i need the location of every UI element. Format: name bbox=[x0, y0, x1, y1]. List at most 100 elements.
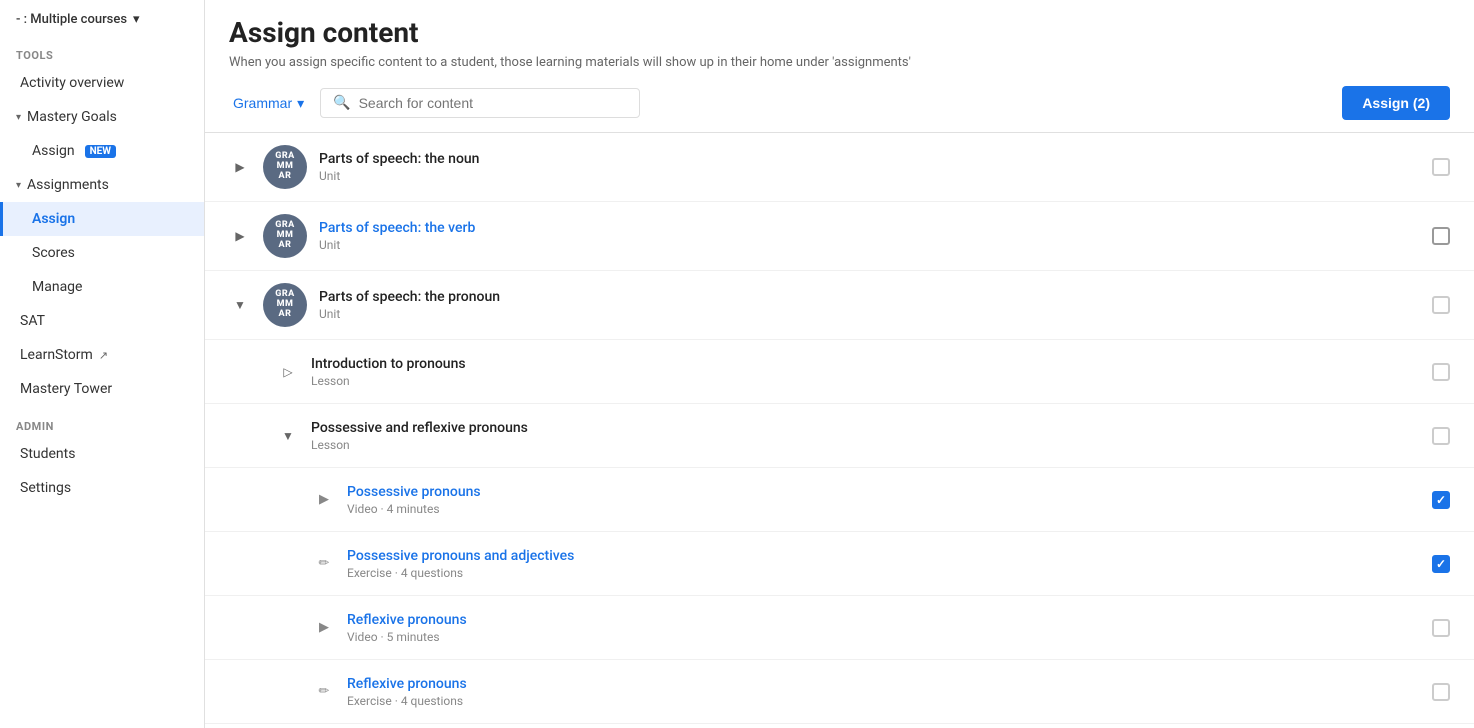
sidebar-item-mastery-assign[interactable]: Assign NEW bbox=[0, 134, 204, 168]
expand-btn[interactable]: ▶ bbox=[229, 225, 251, 247]
students-label: Students bbox=[20, 446, 75, 462]
checkbox[interactable] bbox=[1432, 619, 1450, 637]
sidebar-item-assign[interactable]: Assign bbox=[0, 202, 204, 236]
content-title: Parts of speech: the noun bbox=[319, 151, 1408, 167]
checkbox-area bbox=[1420, 363, 1450, 381]
search-input[interactable] bbox=[359, 95, 628, 111]
content-row-row-possessive-adjectives: ✏ Possessive pronouns and adjectives Exe… bbox=[205, 532, 1474, 596]
expand-btn[interactable]: ▷ bbox=[277, 361, 299, 383]
page-header: Assign content When you assign specific … bbox=[205, 0, 1474, 86]
content-title[interactable]: Possessive pronouns bbox=[347, 484, 1408, 500]
content-meta: Lesson bbox=[311, 374, 1408, 388]
checkbox-area bbox=[1420, 555, 1450, 573]
page-subtitle: When you assign specific content to a st… bbox=[229, 55, 1450, 70]
video-icon: ▶ bbox=[313, 617, 335, 639]
course-chevron: ▾ bbox=[133, 12, 140, 27]
assignments-chevron: ▾ bbox=[16, 180, 21, 191]
content-info: Reflexive pronouns Video · 5 minutes bbox=[347, 612, 1408, 644]
course-header[interactable]: - : Multiple courses ▾ bbox=[0, 0, 204, 35]
video-icon: ▶ bbox=[313, 489, 335, 511]
content-info: Possessive pronouns Video · 4 minutes bbox=[347, 484, 1408, 516]
grammar-chevron-icon: ▾ bbox=[297, 95, 304, 112]
sidebar-item-settings[interactable]: Settings bbox=[0, 471, 204, 505]
mastery-goals-group[interactable]: ▾ Mastery Goals bbox=[0, 100, 204, 134]
checkbox[interactable] bbox=[1432, 683, 1450, 701]
grammar-dropdown-button[interactable]: Grammar ▾ bbox=[229, 89, 308, 118]
checkbox-area bbox=[1420, 227, 1450, 245]
learnstorm-label: LearnStorm bbox=[20, 347, 93, 363]
checkbox-area bbox=[1420, 491, 1450, 509]
grammar-label: Grammar bbox=[233, 95, 292, 111]
assignments-group[interactable]: ▾ Assignments bbox=[0, 168, 204, 202]
tools-section-label: TOOLS bbox=[0, 35, 204, 66]
mastery-goals-label: Mastery Goals bbox=[27, 109, 117, 125]
content-info: Possessive pronouns and adjectives Exerc… bbox=[347, 548, 1408, 580]
checkbox[interactable] bbox=[1432, 555, 1450, 573]
unit-icon: GRAMMAR bbox=[263, 283, 307, 327]
mastery-assign-label: Assign bbox=[32, 143, 75, 159]
content-row-row-pronoun: ▼ GRAMMAR Parts of speech: the pronoun U… bbox=[205, 271, 1474, 340]
mastery-tower-label: Mastery Tower bbox=[20, 381, 112, 397]
content-row-row-possessive-pronouns-video: ▶ Possessive pronouns Video · 4 minutes bbox=[205, 468, 1474, 532]
page-title: Assign content bbox=[229, 16, 1450, 49]
content-title[interactable]: Possessive pronouns and adjectives bbox=[347, 548, 1408, 564]
assign-button[interactable]: Assign (2) bbox=[1342, 86, 1450, 120]
sidebar-item-manage[interactable]: Manage bbox=[0, 270, 204, 304]
admin-section-label: ADMIN bbox=[0, 406, 204, 437]
sidebar-item-mastery-tower[interactable]: Mastery Tower bbox=[0, 372, 204, 406]
sidebar-item-activity-overview[interactable]: Activity overview bbox=[0, 66, 204, 100]
course-label: - : Multiple courses bbox=[16, 12, 127, 27]
expand-btn[interactable]: ▶ bbox=[229, 156, 251, 178]
unit-icon: GRAMMAR bbox=[263, 145, 307, 189]
content-title[interactable]: Parts of speech: the verb bbox=[319, 220, 1408, 236]
content-list: ▶ GRAMMAR Parts of speech: the noun Unit… bbox=[205, 133, 1474, 728]
content-meta: Exercise · 4 questions bbox=[347, 566, 1408, 580]
content-info: Reflexive pronouns Exercise · 4 question… bbox=[347, 676, 1408, 708]
content-meta: Unit bbox=[319, 169, 1408, 183]
content-row-row-intro-pronouns: ▷ Introduction to pronouns Lesson bbox=[205, 340, 1474, 404]
content-meta: Lesson bbox=[311, 438, 1408, 452]
expand-btn[interactable]: ▼ bbox=[229, 294, 251, 316]
sidebar-item-sat[interactable]: SAT bbox=[0, 304, 204, 338]
sidebar-item-learnstorm[interactable]: LearnStorm ↗ bbox=[0, 338, 204, 372]
checkbox[interactable] bbox=[1432, 227, 1450, 245]
main-content: Assign content When you assign specific … bbox=[205, 0, 1474, 728]
content-meta: Video · 4 minutes bbox=[347, 502, 1408, 516]
checkbox[interactable] bbox=[1432, 296, 1450, 314]
toolbar: Grammar ▾ 🔍 Assign (2) bbox=[205, 86, 1474, 133]
content-info: Possessive and reflexive pronouns Lesson bbox=[311, 420, 1408, 452]
content-info: Parts of speech: the noun Unit bbox=[319, 151, 1408, 183]
content-row-row-reflexive-exercise: ✏ Reflexive pronouns Exercise · 4 questi… bbox=[205, 660, 1474, 724]
content-title[interactable]: Reflexive pronouns bbox=[347, 676, 1408, 692]
content-row-row-reflexive-video: ▶ Reflexive pronouns Video · 5 minutes bbox=[205, 596, 1474, 660]
sidebar-item-students[interactable]: Students bbox=[0, 437, 204, 471]
content-row-row-relative: ▷ Relative pronouns Lesson bbox=[205, 724, 1474, 728]
content-title[interactable]: Reflexive pronouns bbox=[347, 612, 1408, 628]
expand-btn[interactable]: ▼ bbox=[277, 425, 299, 447]
checkbox-area bbox=[1420, 296, 1450, 314]
content-meta: Exercise · 4 questions bbox=[347, 694, 1408, 708]
content-row-row-noun: ▶ GRAMMAR Parts of speech: the noun Unit bbox=[205, 133, 1474, 202]
manage-label: Manage bbox=[32, 279, 82, 295]
mastery-goals-chevron: ▾ bbox=[16, 112, 21, 123]
checkbox[interactable] bbox=[1432, 427, 1450, 445]
checkbox-area bbox=[1420, 683, 1450, 701]
search-icon: 🔍 bbox=[333, 95, 350, 111]
sidebar-item-scores[interactable]: Scores bbox=[0, 236, 204, 270]
assignments-label: Assignments bbox=[27, 177, 109, 193]
checkbox[interactable] bbox=[1432, 158, 1450, 176]
content-meta: Unit bbox=[319, 238, 1408, 252]
sat-label: SAT bbox=[20, 313, 45, 329]
assign-label: Assign bbox=[32, 211, 75, 227]
checkbox[interactable] bbox=[1432, 491, 1450, 509]
external-link-icon: ↗ bbox=[99, 349, 108, 362]
content-info: Parts of speech: the pronoun Unit bbox=[319, 289, 1408, 321]
checkbox-area bbox=[1420, 619, 1450, 637]
unit-icon: GRAMMAR bbox=[263, 214, 307, 258]
checkbox[interactable] bbox=[1432, 363, 1450, 381]
search-box[interactable]: 🔍 bbox=[320, 88, 640, 118]
content-title: Parts of speech: the pronoun bbox=[319, 289, 1408, 305]
content-title: Possessive and reflexive pronouns bbox=[311, 420, 1408, 436]
content-row-row-verb: ▶ GRAMMAR Parts of speech: the verb Unit bbox=[205, 202, 1474, 271]
scores-label: Scores bbox=[32, 245, 75, 261]
